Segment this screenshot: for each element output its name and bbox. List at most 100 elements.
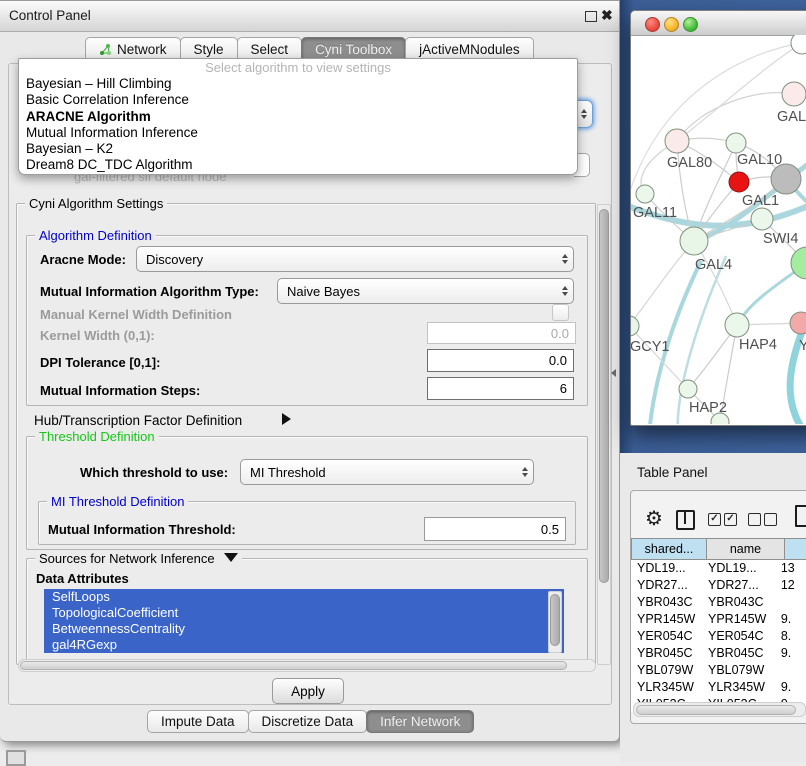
network-node-hap2[interactable] [679, 380, 697, 398]
algorithm-option[interactable]: ARACNE Algorithm [19, 109, 577, 125]
network-node-gal[interactable] [782, 82, 806, 106]
mi-steps-field[interactable]: 6 [427, 377, 574, 400]
kernel-width-field[interactable]: 0.0 [427, 322, 576, 344]
aracne-mode-select[interactable]: Discovery [136, 246, 574, 272]
checked-box-icon[interactable]: ✓ [708, 513, 721, 526]
network-node-gal11[interactable] [636, 185, 654, 203]
unchecked-box-icon[interactable] [764, 513, 777, 526]
node-label: GAL1 [742, 193, 779, 209]
table-row[interactable]: YBL079WYBL079W [631, 662, 806, 679]
table-hscrollbar-thumb[interactable] [636, 705, 796, 715]
attribute-list-item[interactable]: TopologicalCoefficient [44, 605, 564, 621]
settings-scrollbar[interactable] [597, 204, 611, 665]
control-panel-window: Control Panel ✖ NetworkStyleSelectCyni T… [0, 0, 620, 742]
mi-algorithm-type-select[interactable]: Naive Bayes [277, 278, 574, 304]
checked-box-icon[interactable]: ✓ [724, 513, 737, 526]
aracne-mode-value: Discovery [137, 252, 556, 267]
split-columns-icon[interactable] [676, 510, 695, 530]
settings-hscrollbar-thumb[interactable] [20, 661, 567, 670]
column-header[interactable]: name [707, 538, 785, 560]
column-header[interactable]: shared... [631, 538, 707, 560]
attribute-list-item[interactable]: gal4RGexp [44, 637, 564, 653]
table-cell: 9. [775, 679, 806, 696]
which-threshold-select[interactable]: MI Threshold [240, 459, 534, 485]
network-node-gal4[interactable] [680, 227, 708, 255]
table-row[interactable]: YDR27...YDR27...12 [631, 577, 806, 594]
attribute-list-scrollbar-thumb[interactable] [550, 594, 560, 646]
control-panel-title: Control Panel [9, 8, 91, 23]
traffic-close-button[interactable] [645, 17, 660, 32]
minimized-panel-icon[interactable] [6, 750, 26, 766]
unchecked-box-icon[interactable] [748, 513, 761, 526]
table-cell: YBR043C [702, 594, 775, 611]
table-row[interactable]: YPR145WYPR145W9. [631, 611, 806, 628]
table-cell: YDR27... [631, 577, 702, 594]
gear-icon[interactable]: ⚙ [645, 506, 663, 531]
table-cell: YPR145W [702, 611, 775, 628]
network-node-hap4[interactable] [725, 313, 749, 337]
bottom-tab-bar: Impute Data Discretize Data Infer Network [148, 710, 474, 733]
tab-discretize-data[interactable]: Discretize Data [248, 710, 368, 733]
table-row[interactable]: YBR043CYBR043C [631, 594, 806, 611]
network-node-gal1[interactable] [729, 172, 749, 192]
sources-title-text: Sources for Network Inference [39, 551, 215, 566]
network-node-swi4[interactable] [751, 208, 773, 230]
network-node[interactable] [771, 164, 801, 194]
algorithm-option[interactable]: Mutual Information Inference [19, 125, 577, 141]
algorithm-option[interactable]: Dream8 DC_TDC Algorithm [19, 157, 577, 173]
cyni-settings-group-title: Cyni Algorithm Settings [25, 196, 167, 211]
network-window-titlebar[interactable] [631, 11, 806, 36]
node-label: GCY1 [631, 339, 670, 355]
table-cell: YBL079W [631, 662, 702, 679]
manual-kernel-checkbox[interactable] [552, 304, 569, 321]
network-node-gal80[interactable] [665, 129, 689, 153]
algorithm-option[interactable]: Basic Correlation Inference [19, 92, 577, 108]
tab-label: Discretize Data [262, 714, 354, 729]
control-panel-titlebar[interactable]: Control Panel ✖ [0, 1, 619, 32]
spinner-arrows-icon [556, 286, 573, 296]
algorithm-option[interactable]: Bayesian – K2 [19, 141, 577, 157]
traffic-zoom-button[interactable] [683, 17, 698, 32]
apply-button[interactable]: Apply [272, 678, 344, 704]
settings-hscrollbar[interactable] [18, 659, 596, 672]
node-label: GAL10 [737, 152, 782, 168]
close-icon[interactable]: ✖ [601, 7, 613, 24]
attribute-list-item[interactable]: SelfLoops [44, 589, 564, 605]
tab-label: Select [251, 42, 289, 57]
collapse-arrow-icon[interactable] [224, 553, 238, 562]
node-label: GAL4 [695, 257, 732, 273]
dpi-tolerance-field[interactable]: 0.0 [427, 349, 574, 372]
network-node[interactable] [791, 35, 806, 54]
tab-label: Cyni Toolbox [315, 42, 392, 57]
data-attributes-list[interactable]: SelfLoopsTopologicalCoefficientBetweenne… [44, 589, 564, 653]
expand-arrow-icon[interactable] [282, 413, 291, 425]
network-node-y[interactable] [790, 312, 806, 334]
float-window-icon[interactable] [585, 11, 597, 22]
table-row[interactable]: YLR345WYLR345W9. [631, 679, 806, 696]
tab-impute-data[interactable]: Impute Data [147, 710, 249, 733]
mutual-information-threshold-field[interactable]: 0.5 [424, 517, 566, 541]
table-hscrollbar[interactable] [633, 702, 806, 717]
table-body: YDL19...YDL19...13YDR27...YDR27...12YBR0… [631, 560, 806, 712]
tab-infer-network[interactable]: Infer Network [366, 710, 474, 733]
network-node-gcy1[interactable] [631, 316, 639, 336]
aracne-mode-label: Aracne Mode: [40, 252, 126, 267]
table-cell: YLR345W [702, 679, 775, 696]
network-canvas[interactable]: GALGAL80GAL10GAL1GAL11SWI4GAL4GCY1HAP4YH… [631, 35, 806, 424]
settings-scrollbar-thumb[interactable] [599, 209, 609, 583]
traffic-minimize-button[interactable] [664, 17, 679, 32]
table-row[interactable]: YBR045CYBR045C9. [631, 645, 806, 662]
table-row[interactable]: YER054CYER054C8. [631, 628, 806, 645]
node-label: HAP2 [689, 400, 727, 416]
attribute-list-scrollbar[interactable] [548, 591, 562, 653]
column-header[interactable]: A [785, 538, 806, 560]
threshold-definition-title: Threshold Definition [35, 429, 159, 444]
attribute-list-item[interactable]: BetweennessCentrality [44, 621, 564, 637]
node-label: GAL [777, 109, 806, 125]
document-icon[interactable] [795, 505, 806, 527]
algorithm-option[interactable]: Bayesian – Hill Climbing [19, 76, 577, 92]
table-row[interactable]: YDL19...YDL19...13 [631, 560, 806, 577]
network-node-gal10[interactable] [726, 133, 746, 153]
spinner-arrows-icon [556, 254, 573, 264]
split-pane-handle-icon[interactable] [611, 369, 616, 377]
